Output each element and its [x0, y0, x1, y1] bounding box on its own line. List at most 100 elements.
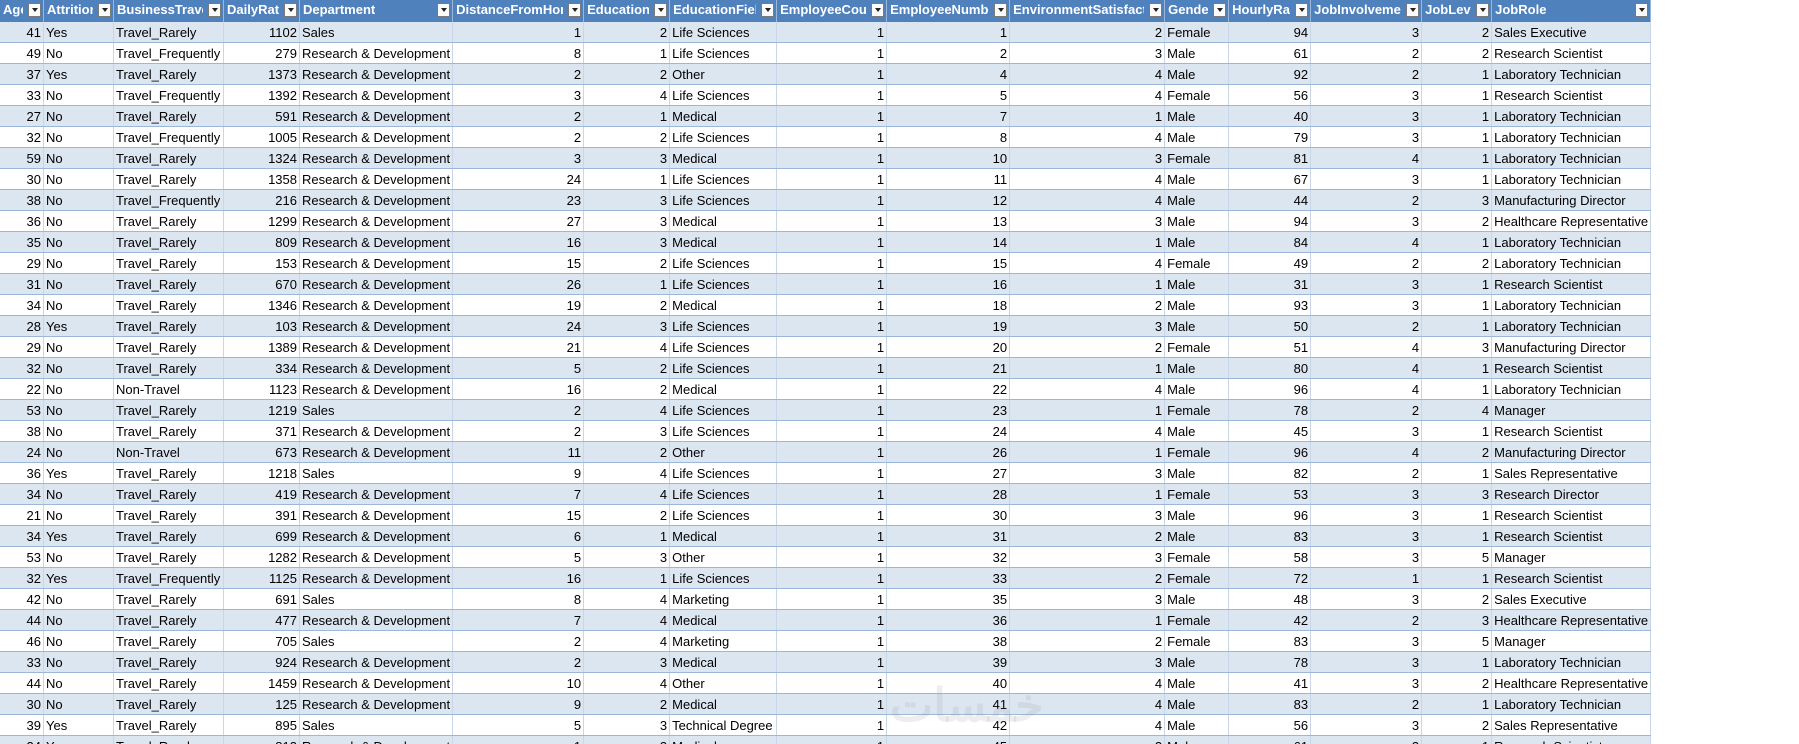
- cell-job-involvement[interactable]: 2: [1310, 63, 1423, 85]
- cell-daily-rate[interactable]: 279: [223, 42, 300, 64]
- cell-employee-count[interactable]: 1: [776, 315, 888, 337]
- cell-department[interactable]: Research & Development: [299, 672, 454, 694]
- cell-education[interactable]: 4: [583, 483, 671, 505]
- cell-education[interactable]: 4: [583, 84, 671, 106]
- cell-daily-rate[interactable]: 419: [223, 483, 300, 505]
- cell-employee-count[interactable]: 1: [776, 168, 888, 190]
- cell-business-travel[interactable]: Travel_Rarely: [113, 630, 224, 652]
- cell-gender[interactable]: Male: [1164, 210, 1230, 232]
- cell-business-travel[interactable]: Travel_Frequently: [113, 42, 224, 64]
- cell-hourly-rate[interactable]: 48: [1228, 588, 1312, 610]
- cell-daily-rate[interactable]: 371: [223, 420, 300, 442]
- cell-environment-satisfaction[interactable]: 3: [1009, 147, 1166, 169]
- cell-daily-rate[interactable]: 1218: [223, 462, 300, 484]
- cell-job-involvement[interactable]: 3: [1310, 105, 1423, 127]
- cell-education-field[interactable]: Medical: [669, 735, 778, 744]
- cell-environment-satisfaction[interactable]: 4: [1009, 252, 1166, 274]
- cell-employee-count[interactable]: 1: [776, 504, 888, 526]
- filter-dropdown-icon[interactable]: [1295, 3, 1309, 17]
- cell-job-level[interactable]: 4: [1421, 399, 1493, 421]
- cell-business-travel[interactable]: Travel_Rarely: [113, 504, 224, 526]
- cell-daily-rate[interactable]: 1123: [223, 378, 300, 400]
- cell-business-travel[interactable]: Travel_Rarely: [113, 546, 224, 568]
- cell-employee-count[interactable]: 1: [776, 693, 888, 715]
- cell-job-role[interactable]: Laboratory Technician: [1491, 294, 1652, 316]
- column-header-employee-number[interactable]: EmployeeNumber: [886, 0, 1011, 22]
- cell-daily-rate[interactable]: 1219: [223, 399, 300, 421]
- column-header-business-travel[interactable]: BusinessTravel: [113, 0, 224, 22]
- cell-employee-number[interactable]: 42: [886, 714, 1011, 736]
- cell-department[interactable]: Research & Development: [299, 651, 454, 673]
- cell-education[interactable]: 3: [583, 714, 671, 736]
- cell-attrition[interactable]: No: [43, 210, 114, 232]
- cell-job-role[interactable]: Research Scientist: [1491, 420, 1652, 442]
- cell-department[interactable]: Research & Development: [299, 105, 454, 127]
- cell-department[interactable]: Research & Development: [299, 294, 454, 316]
- cell-employee-count[interactable]: 1: [776, 231, 888, 253]
- filter-dropdown-icon[interactable]: [568, 3, 582, 17]
- cell-gender[interactable]: Male: [1164, 168, 1230, 190]
- cell-education[interactable]: 4: [583, 630, 671, 652]
- cell-distance-from-home[interactable]: 2: [452, 630, 585, 652]
- cell-job-level[interactable]: 2: [1421, 588, 1493, 610]
- filter-dropdown-icon[interactable]: [1213, 3, 1227, 17]
- cell-job-role[interactable]: Manager: [1491, 546, 1652, 568]
- cell-hourly-rate[interactable]: 49: [1228, 252, 1312, 274]
- cell-distance-from-home[interactable]: 1: [452, 735, 585, 744]
- cell-department[interactable]: Research & Development: [299, 168, 454, 190]
- cell-employee-number[interactable]: 20: [886, 336, 1011, 358]
- cell-attrition[interactable]: No: [43, 609, 114, 631]
- cell-environment-satisfaction[interactable]: 3: [1009, 315, 1166, 337]
- cell-distance-from-home[interactable]: 3: [452, 147, 585, 169]
- cell-attrition[interactable]: Yes: [43, 22, 114, 43]
- cell-education[interactable]: 4: [583, 609, 671, 631]
- cell-age[interactable]: 49: [0, 42, 44, 64]
- cell-department[interactable]: Research & Development: [299, 420, 454, 442]
- cell-hourly-rate[interactable]: 83: [1228, 630, 1312, 652]
- cell-hourly-rate[interactable]: 45: [1228, 420, 1312, 442]
- cell-age[interactable]: 33: [0, 651, 44, 673]
- cell-age[interactable]: 53: [0, 399, 44, 421]
- cell-attrition[interactable]: No: [43, 630, 114, 652]
- cell-job-level[interactable]: 1: [1421, 126, 1493, 148]
- cell-environment-satisfaction[interactable]: 1: [1009, 609, 1166, 631]
- cell-gender[interactable]: Male: [1164, 189, 1230, 211]
- cell-age[interactable]: 24: [0, 441, 44, 463]
- cell-hourly-rate[interactable]: 40: [1228, 105, 1312, 127]
- cell-department[interactable]: Research & Development: [299, 378, 454, 400]
- cell-distance-from-home[interactable]: 16: [452, 231, 585, 253]
- cell-education-field[interactable]: Life Sciences: [669, 84, 778, 106]
- cell-job-involvement[interactable]: 3: [1310, 714, 1423, 736]
- cell-distance-from-home[interactable]: 5: [452, 357, 585, 379]
- cell-department[interactable]: Research & Development: [299, 693, 454, 715]
- cell-employee-count[interactable]: 1: [776, 462, 888, 484]
- cell-employee-count[interactable]: 1: [776, 84, 888, 106]
- cell-education-field[interactable]: Life Sciences: [669, 22, 778, 43]
- cell-attrition[interactable]: No: [43, 546, 114, 568]
- cell-hourly-rate[interactable]: 83: [1228, 693, 1312, 715]
- cell-education-field[interactable]: Medical: [669, 609, 778, 631]
- cell-distance-from-home[interactable]: 1: [452, 22, 585, 43]
- cell-employee-number[interactable]: 18: [886, 294, 1011, 316]
- cell-business-travel[interactable]: Travel_Rarely: [113, 315, 224, 337]
- cell-age[interactable]: 59: [0, 147, 44, 169]
- cell-employee-number[interactable]: 10: [886, 147, 1011, 169]
- cell-employee-number[interactable]: 39: [886, 651, 1011, 673]
- cell-gender[interactable]: Male: [1164, 420, 1230, 442]
- cell-daily-rate[interactable]: 1358: [223, 168, 300, 190]
- column-header-job-role[interactable]: JobRole: [1491, 0, 1652, 22]
- cell-education[interactable]: 3: [583, 147, 671, 169]
- cell-education[interactable]: 3: [583, 189, 671, 211]
- cell-job-role[interactable]: Research Scientist: [1491, 525, 1652, 547]
- cell-employee-count[interactable]: 1: [776, 294, 888, 316]
- cell-gender[interactable]: Female: [1164, 630, 1230, 652]
- cell-job-role[interactable]: Research Scientist: [1491, 42, 1652, 64]
- cell-job-involvement[interactable]: 2: [1310, 399, 1423, 421]
- cell-age[interactable]: 34: [0, 294, 44, 316]
- cell-education-field[interactable]: Marketing: [669, 588, 778, 610]
- cell-age[interactable]: 28: [0, 315, 44, 337]
- cell-education[interactable]: 4: [583, 336, 671, 358]
- cell-distance-from-home[interactable]: 16: [452, 567, 585, 589]
- cell-daily-rate[interactable]: 477: [223, 609, 300, 631]
- column-header-attrition[interactable]: Attrition: [43, 0, 114, 22]
